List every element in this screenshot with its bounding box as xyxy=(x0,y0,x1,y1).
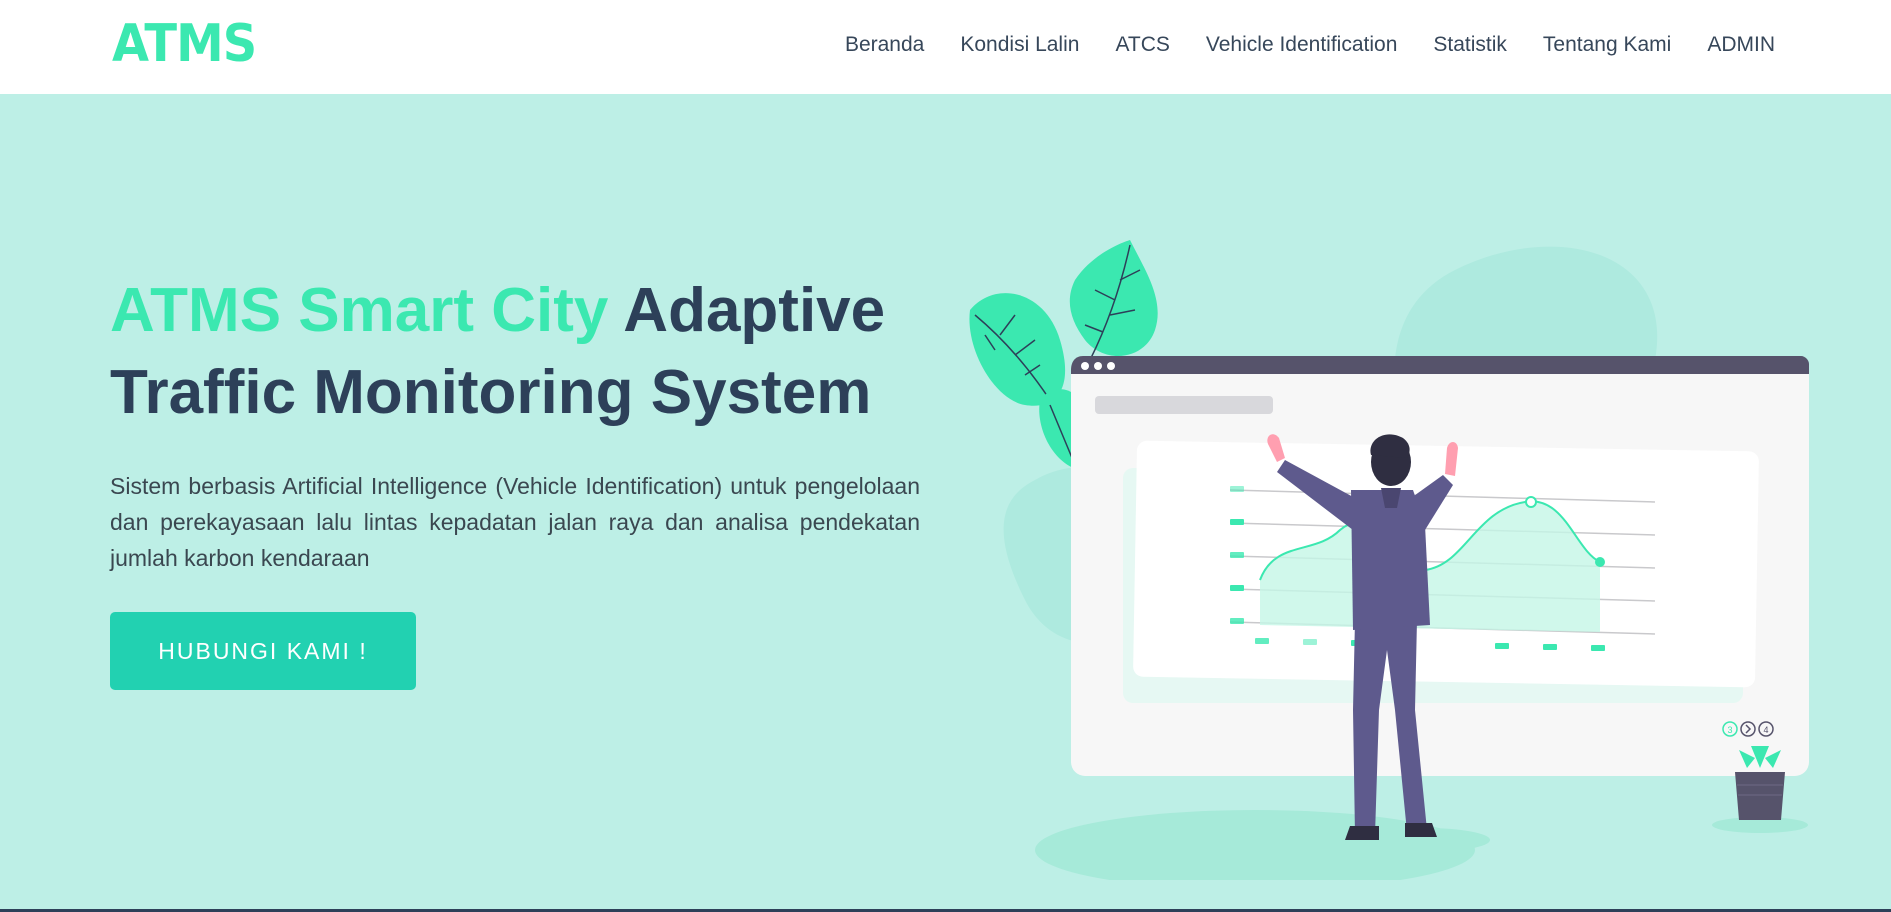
main-nav: Beranda Kondisi Lalin ATCS Vehicle Ident… xyxy=(809,33,1775,57)
nav-link-statistik[interactable]: Statistik xyxy=(1433,33,1507,57)
nav-link-beranda[interactable]: Beranda xyxy=(845,33,924,57)
nav-link-kondisi-lalin[interactable]: Kondisi Lalin xyxy=(960,33,1079,57)
leaf-icon xyxy=(969,293,1066,406)
contact-us-button[interactable]: HUBUNGI KAMI ! xyxy=(110,612,416,690)
nav-link-admin[interactable]: ADMIN xyxy=(1707,33,1775,57)
nav-link-vehicle-identification[interactable]: Vehicle Identification xyxy=(1206,33,1397,57)
hero-illustration: 3 4 xyxy=(969,240,1809,880)
leaf-icon xyxy=(1069,240,1158,361)
nav-link-tentang-kami[interactable]: Tentang Kami xyxy=(1543,33,1671,57)
navbar: ATMS Beranda Kondisi Lalin ATCS Vehicle … xyxy=(0,0,1891,94)
hero-description: Sistem berbasis Artificial Intelligence … xyxy=(110,473,920,571)
window-dot-icon xyxy=(1107,362,1115,370)
logo[interactable]: ATMS xyxy=(112,14,257,74)
pager-number: 3 xyxy=(1727,725,1732,735)
hero-headline-accent: ATMS Smart City xyxy=(110,276,609,345)
window-dot-icon xyxy=(1081,362,1089,370)
hero-headline: ATMS Smart City Adaptive Traffic Monitor… xyxy=(110,270,940,434)
window-dot-icon xyxy=(1094,362,1102,370)
pager-number: 4 xyxy=(1763,725,1768,735)
nav-link-atcs[interactable]: ATCS xyxy=(1115,33,1169,57)
browser-window: 3 4 xyxy=(1071,356,1809,776)
